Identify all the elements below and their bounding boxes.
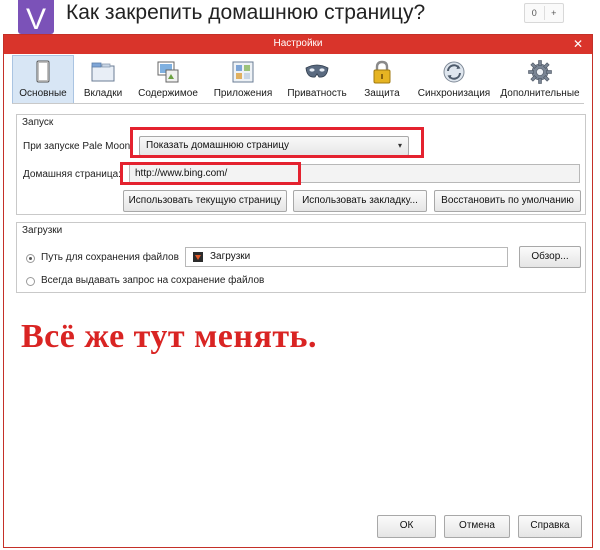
startup-legend: Запуск bbox=[22, 117, 54, 128]
site-logo[interactable]: V bbox=[18, 0, 54, 36]
tab-content-label: Содержимое bbox=[138, 88, 198, 99]
downloads-legend: Загрузки bbox=[22, 225, 63, 236]
content-icon bbox=[157, 61, 179, 83]
vote-counter[interactable]: 0 + bbox=[524, 3, 564, 23]
tab-security-label: Защита bbox=[364, 88, 400, 99]
homepage-highlight-box bbox=[120, 162, 301, 185]
tab-general[interactable]: Основные bbox=[12, 55, 74, 103]
on-start-highlight-box bbox=[130, 127, 424, 158]
tab-tabs[interactable]: Вкладки bbox=[74, 55, 132, 103]
vote-plus-button[interactable]: + bbox=[545, 8, 564, 18]
general-icon bbox=[36, 60, 50, 83]
homepage-label: Домашняя страница: bbox=[23, 169, 121, 180]
privacy-mask-icon bbox=[305, 64, 329, 78]
tab-privacy-label: Приватность bbox=[287, 88, 347, 99]
tab-security[interactable]: Защита bbox=[352, 55, 412, 103]
save-path-label: Путь для сохранения файлов bbox=[41, 252, 179, 263]
tab-advanced[interactable]: Дополнительные bbox=[496, 55, 584, 103]
settings-dialog: Настройки ✕ Основные Вкладки Содержимое … bbox=[3, 34, 593, 548]
settings-toolbar: Основные Вкладки Содержимое Приложения П… bbox=[12, 55, 584, 103]
tab-sync[interactable]: Синхронизация bbox=[412, 55, 496, 103]
always-ask-label: Всегда выдавать запрос на сохранение фай… bbox=[41, 275, 265, 286]
question-title: Как закрепить домашнюю страницу? bbox=[66, 1, 426, 24]
on-start-label: При запуске Pale Moon: bbox=[23, 141, 133, 152]
tab-sync-label: Синхронизация bbox=[417, 88, 491, 99]
tab-applications[interactable]: Приложения bbox=[204, 55, 282, 103]
dialog-title: Настройки bbox=[273, 38, 323, 49]
tabs-icon bbox=[91, 62, 115, 82]
cancel-button[interactable]: Отмена bbox=[444, 515, 510, 538]
tab-general-label: Основные bbox=[19, 88, 67, 99]
tab-content[interactable]: Содержимое bbox=[132, 55, 204, 103]
annotation-text: Всё же тут менять. bbox=[21, 318, 318, 355]
always-ask-radio[interactable] bbox=[26, 277, 35, 286]
save-path-radio[interactable] bbox=[26, 254, 35, 263]
sync-icon bbox=[443, 61, 465, 83]
ok-button[interactable]: ОК bbox=[377, 515, 436, 538]
browse-button[interactable]: Обзор... bbox=[519, 246, 581, 268]
applications-icon bbox=[232, 61, 254, 83]
downloads-group: Загрузки Путь для сохранения файлов Загр… bbox=[16, 222, 586, 293]
use-current-page-button[interactable]: Использовать текущую страницу bbox=[123, 190, 287, 212]
tab-tabs-label: Вкладки bbox=[83, 88, 123, 99]
help-button[interactable]: Справка bbox=[518, 515, 582, 538]
restore-default-button[interactable]: Восстановить по умолчанию bbox=[434, 190, 581, 212]
toolbar-divider bbox=[12, 103, 584, 104]
tab-applications-label: Приложения bbox=[213, 88, 273, 99]
downloads-folder-icon bbox=[193, 252, 203, 262]
tab-advanced-label: Дополнительные bbox=[500, 88, 580, 99]
save-path-field[interactable]: Загрузки bbox=[185, 247, 508, 267]
close-icon[interactable]: ✕ bbox=[571, 37, 585, 51]
tab-privacy[interactable]: Приватность bbox=[282, 55, 352, 103]
lock-icon bbox=[373, 60, 391, 84]
gear-icon bbox=[528, 60, 552, 84]
use-bookmark-button[interactable]: Использовать закладку... bbox=[293, 190, 427, 212]
save-path-value: Загрузки bbox=[210, 251, 251, 262]
vote-count: 0 bbox=[531, 8, 537, 18]
dialog-titlebar[interactable]: Настройки ✕ bbox=[4, 35, 592, 54]
question-header: V Как закрепить домашнюю страницу? 0 + bbox=[0, 0, 600, 36]
